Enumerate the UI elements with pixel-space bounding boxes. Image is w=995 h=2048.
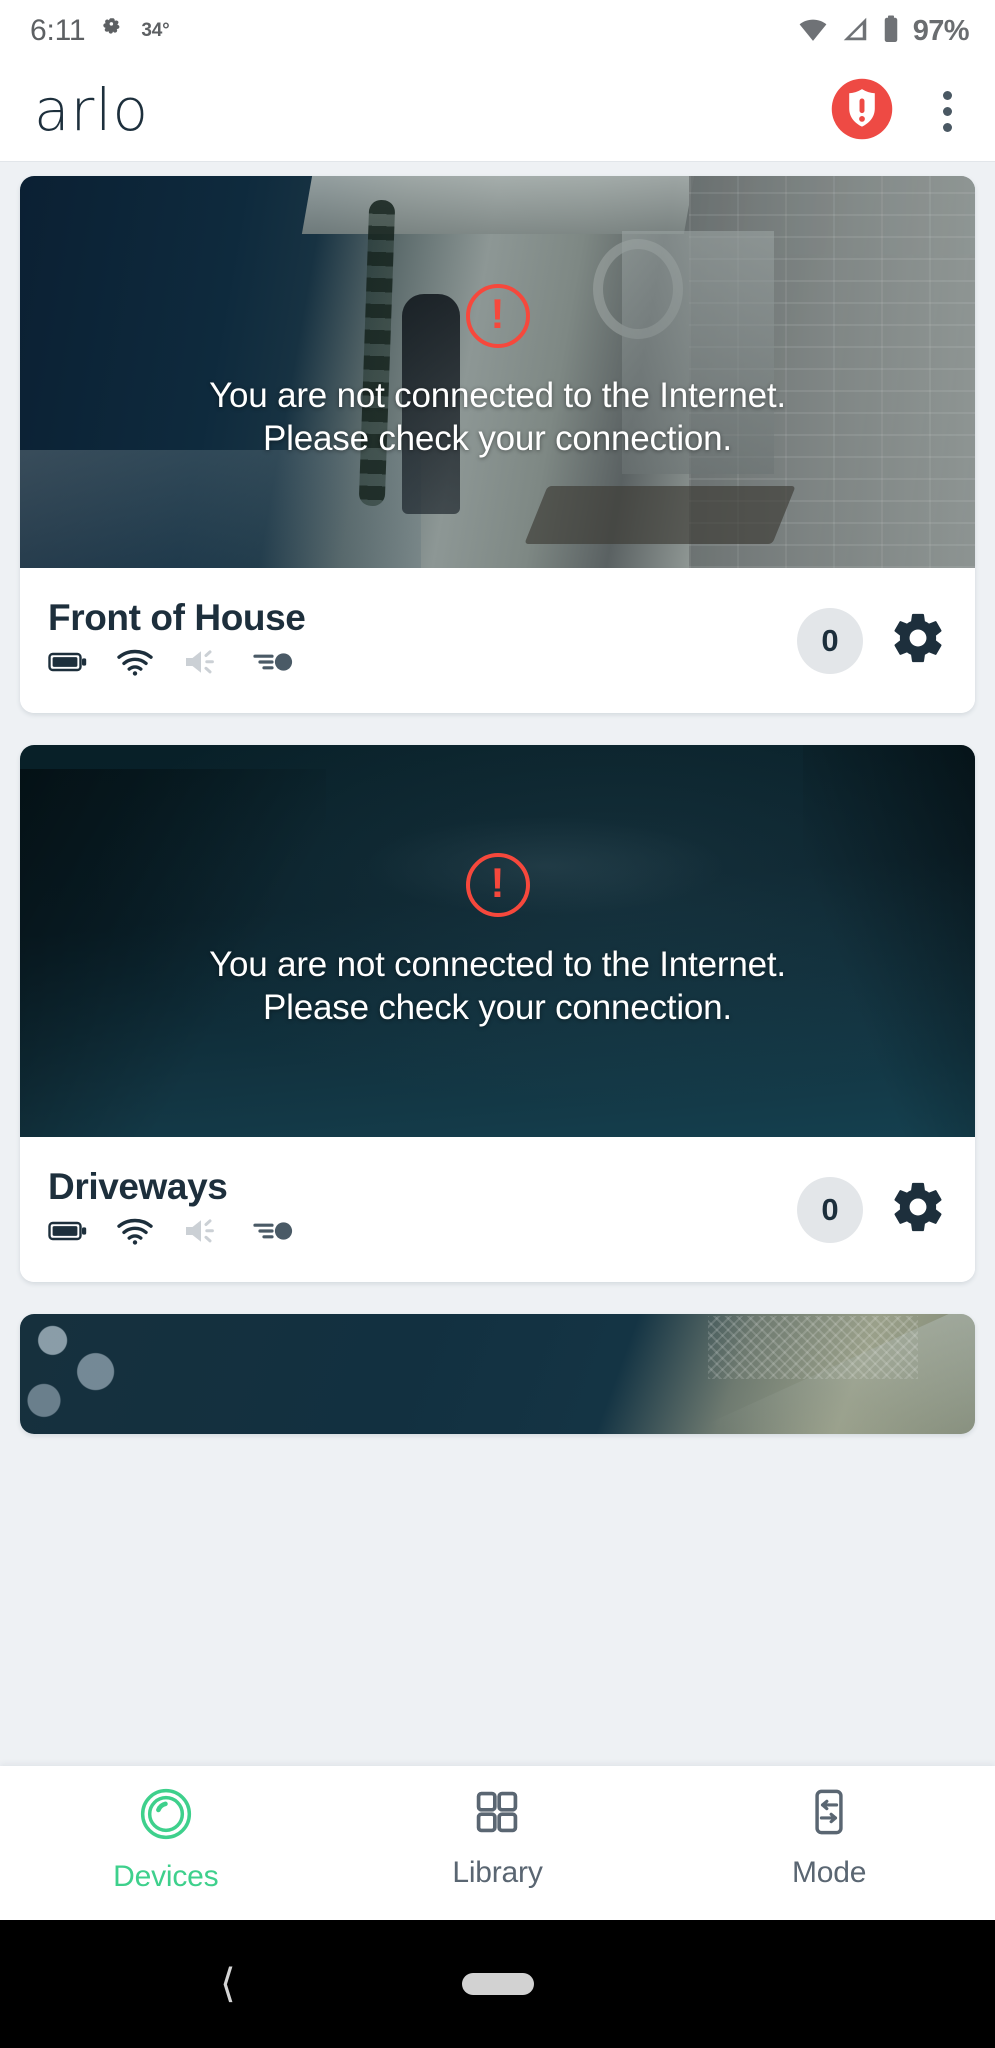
device-feed[interactable]: ! You are not connected to the Internet.…: [0, 162, 995, 1766]
connection-error-overlay: ! You are not connected to the Internet.…: [20, 176, 975, 568]
gear-icon[interactable]: [889, 1178, 947, 1241]
nav-tab-library[interactable]: Library: [397, 1786, 597, 1890]
battery-icon: [48, 650, 88, 679]
speaker-muted-icon: [182, 1216, 224, 1251]
status-bar-clock: 6:11: [30, 14, 85, 48]
gear-icon[interactable]: [889, 609, 947, 672]
camera-card[interactable]: [20, 1314, 975, 1434]
camera-card-footer: Front of House: [20, 568, 975, 713]
error-exclamation-glyph: !: [491, 293, 505, 335]
camera-thumbnail[interactable]: [20, 1314, 975, 1434]
recording-count-badge[interactable]: 0: [797, 1177, 863, 1243]
arlo-logo: arlo: [34, 81, 149, 139]
error-exclamation-glyph: !: [491, 862, 505, 904]
camera-name: Driveways: [48, 1168, 296, 1207]
connection-error-overlay: ! You are not connected to the Internet.…: [20, 745, 975, 1137]
battery-icon: [48, 1219, 88, 1248]
status-bar-temperature: 34°: [141, 20, 169, 42]
camera-card[interactable]: ! You are not connected to the Internet.…: [20, 176, 975, 713]
scene-mesh: [708, 1316, 918, 1378]
error-message-line1: You are not connected to the Internet.: [209, 374, 786, 417]
android-status-bar: 6:11 34°: [0, 0, 995, 62]
camera-status-icons: [48, 647, 305, 682]
nav-tab-devices-label: Devices: [113, 1860, 218, 1894]
motion-detection-icon: [252, 649, 296, 680]
nav-tab-library-label: Library: [452, 1856, 542, 1890]
camera-card-footer: Driveways: [20, 1137, 975, 1282]
app-header: arlo: [0, 62, 995, 162]
error-message-line2: Please check your connection.: [209, 417, 786, 460]
error-exclamation-icon: !: [466, 284, 530, 348]
error-message-line2: Please check your connection.: [209, 986, 786, 1029]
mode-toggle-icon: [803, 1786, 855, 1843]
wifi-icon: [116, 648, 154, 681]
motion-detection-icon: [252, 1218, 296, 1249]
nav-tab-devices[interactable]: Devices: [66, 1786, 266, 1894]
more-vertical-icon[interactable]: [925, 85, 969, 139]
camera-info: Driveways: [48, 1168, 296, 1252]
bottom-navigation-bar: Devices Library Mode: [0, 1766, 995, 1920]
back-chevron-icon[interactable]: ⟨: [220, 1964, 236, 2004]
status-bar-battery-percent: 97%: [913, 15, 969, 48]
status-bar-right: 97%: [796, 14, 969, 49]
grid-squares-icon: [471, 1786, 523, 1843]
camera-info: Front of House: [48, 599, 305, 683]
error-message-line1: You are not connected to the Internet.: [209, 943, 786, 986]
kebab-dot: [943, 123, 952, 132]
android-navigation-bar: ⟨: [0, 1920, 995, 2048]
kebab-dot: [943, 107, 952, 116]
camera-thumbnail[interactable]: ! You are not connected to the Internet.…: [20, 745, 975, 1137]
camera-thumbnail[interactable]: ! You are not connected to the Internet.…: [20, 176, 975, 568]
cellular-signal-icon: [839, 14, 871, 49]
alert-shield-icon[interactable]: [829, 76, 895, 147]
weather-icon: [99, 15, 127, 48]
battery-icon: [880, 14, 902, 49]
phone-screen: 6:11 34°: [0, 0, 995, 2048]
status-bar-left: 6:11 34°: [30, 14, 170, 48]
recording-count-badge[interactable]: 0: [797, 608, 863, 674]
nav-tab-mode-label: Mode: [792, 1856, 866, 1890]
camera-status-icons: [48, 1216, 296, 1251]
camera-name: Front of House: [48, 599, 305, 638]
speaker-muted-icon: [182, 647, 224, 682]
camera-card[interactable]: ! You are not connected to the Internet.…: [20, 745, 975, 1282]
home-pill-icon[interactable]: [462, 1973, 534, 1995]
camera-lens-icon: [138, 1786, 194, 1847]
scene-tree: [20, 1314, 173, 1434]
camera-still-image: [20, 1314, 975, 1434]
kebab-dot: [943, 91, 952, 100]
nav-tab-mode[interactable]: Mode: [729, 1786, 929, 1890]
camera-card-actions: 0: [797, 1177, 947, 1243]
error-exclamation-icon: !: [466, 853, 530, 917]
wifi-icon: [116, 1217, 154, 1250]
camera-card-actions: 0: [797, 608, 947, 674]
wifi-icon: [796, 14, 830, 49]
app-header-actions: [829, 76, 969, 147]
